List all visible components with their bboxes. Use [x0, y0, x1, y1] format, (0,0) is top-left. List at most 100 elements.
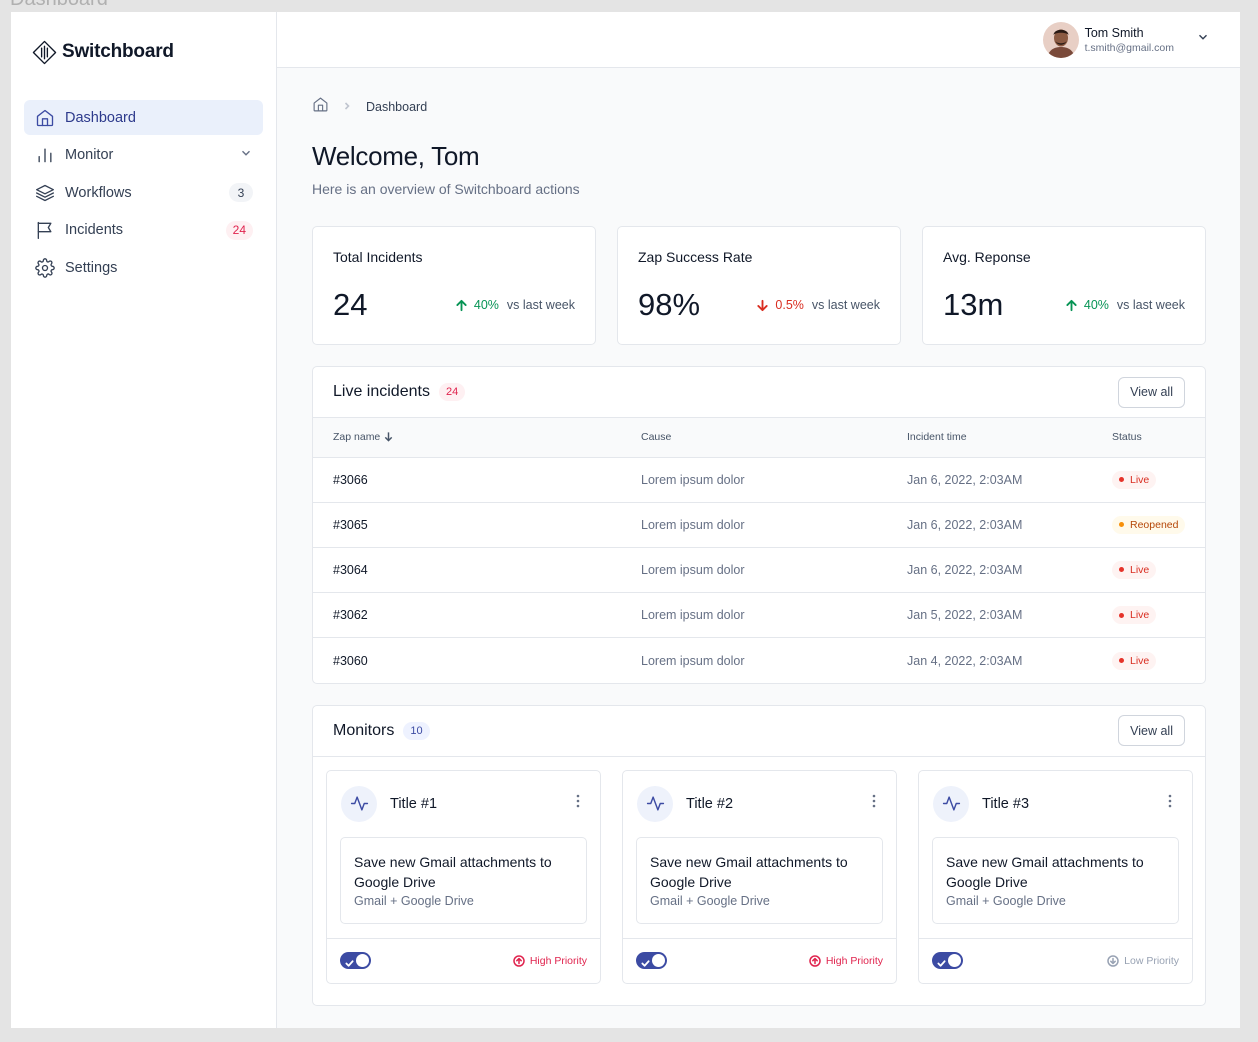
table-row[interactable]: #3066 Lorem ipsum dolor Jan 6, 2022, 2:0… — [313, 457, 1205, 503]
monitor-toggle[interactable] — [636, 952, 667, 970]
monitor-title: Title #2 — [686, 795, 734, 812]
monitor-toggle[interactable] — [932, 952, 963, 970]
cause-cell: Lorem ipsum dolor — [641, 608, 745, 623]
home-icon[interactable] — [312, 96, 329, 118]
chevron-right-icon — [329, 98, 366, 116]
activity-icon — [933, 785, 969, 822]
stat-trend: 40% vs last week — [1065, 298, 1185, 312]
monitor-zap-box: Save new Gmail attachments to Google Dri… — [636, 836, 883, 924]
avatar[interactable] — [1042, 21, 1079, 58]
more-vertical-icon[interactable] — [1162, 793, 1178, 814]
incidents-count-badge: 24 — [225, 220, 253, 240]
table-row[interactable]: #3064 Lorem ipsum dolor Jan 6, 2022, 2:0… — [313, 547, 1205, 593]
status-badge: Live — [1112, 606, 1157, 625]
cause-cell: Lorem ipsum dolor — [641, 562, 745, 577]
stat-trend-note: vs last week — [1116, 298, 1185, 312]
layers-icon — [34, 182, 55, 203]
sidebar-item-workflows[interactable]: Workflows 3 — [24, 175, 263, 210]
more-vertical-icon[interactable] — [570, 793, 586, 814]
monitor-description: Save new Gmail attachments to Google Dri… — [354, 853, 552, 890]
check-icon — [641, 955, 650, 968]
activity-icon — [637, 785, 673, 822]
zap-name-cell: #3060 — [333, 653, 368, 668]
column-header-status: Status — [1112, 431, 1142, 444]
sidebar: Switchboard Dashboard Monitor Workflows … — [11, 12, 277, 1028]
user-email: t.smith@gmail.com — [1084, 41, 1174, 54]
monitor-apps: Gmail + Google Drive — [946, 893, 1066, 908]
stat-trend: 40% vs last week — [455, 298, 575, 312]
table-header-row: Zap name Cause Incident time Status — [313, 418, 1205, 457]
table-row[interactable]: #3060 Lorem ipsum dolor Jan 4, 2022, 2:0… — [313, 638, 1205, 683]
user-info[interactable]: Tom Smith t.smith@gmail.com — [1085, 26, 1174, 54]
monitor-zap-box: Save new Gmail attachments to Google Dri… — [932, 836, 1179, 924]
sidebar-item-dashboard[interactable]: Dashboard — [24, 100, 263, 135]
switchboard-logo-icon — [32, 40, 57, 64]
sidebar-item-settings[interactable]: Settings — [24, 250, 263, 285]
arrow-down-icon — [757, 299, 769, 311]
view-all-incidents-button[interactable]: View all — [1118, 376, 1185, 408]
page-subtitle: Here is an overview of Switchboard actio… — [312, 181, 580, 197]
monitor-list: Title #1 Save new Gmail attachments to G… — [313, 757, 1205, 1005]
check-icon — [937, 955, 946, 968]
card-header: Live incidents 24 View all — [313, 367, 1205, 418]
logo[interactable]: Switchboard — [24, 24, 263, 80]
monitor-apps: Gmail + Google Drive — [354, 893, 474, 908]
arrow-up-circle-icon — [809, 955, 821, 967]
monitor-card[interactable]: Title #2 Save new Gmail attachments to G… — [622, 769, 897, 984]
breadcrumb: Dashboard — [312, 97, 1206, 117]
monitor-footer: High Priority — [327, 937, 600, 983]
workflows-count-badge: 3 — [229, 183, 253, 202]
topbar: Tom Smith t.smith@gmail.com — [277, 12, 1240, 68]
column-header-zap-name[interactable]: Zap name — [313, 418, 641, 457]
breadcrumb-current[interactable]: Dashboard — [366, 100, 427, 114]
monitors-card: Monitors 10 View all Title #1 Save new G… — [312, 704, 1206, 1006]
page-title: Welcome, Tom — [312, 141, 480, 171]
app-window: Switchboard Dashboard Monitor Workflows … — [11, 12, 1240, 1028]
arrow-down-icon[interactable] — [380, 431, 394, 443]
stats-row: Total Incidents 24 40% vs last week Zap … — [312, 226, 1206, 345]
table-row[interactable]: #3065 Lorem ipsum dolor Jan 6, 2022, 2:0… — [313, 502, 1205, 548]
incident-time-cell: Jan 6, 2022, 2:03AM — [907, 562, 1023, 577]
monitor-card[interactable]: Title #3 Save new Gmail attachments to G… — [918, 769, 1193, 984]
gear-icon — [34, 257, 55, 278]
activity-icon — [341, 785, 377, 822]
monitor-description: Save new Gmail attachments to Google Dri… — [946, 853, 1144, 890]
incident-time-cell: Jan 5, 2022, 2:03AM — [907, 608, 1023, 623]
stat-trend-value: 40% — [473, 298, 499, 312]
arrow-down-circle-icon — [1107, 955, 1119, 967]
status-cell: Live — [1112, 638, 1205, 683]
monitor-zap-box: Save new Gmail attachments to Google Dri… — [340, 836, 587, 924]
stat-label: Avg. Reponse — [943, 249, 1031, 265]
stat-label: Zap Success Rate — [638, 249, 753, 265]
sidebar-item-label: Incidents — [65, 222, 124, 238]
monitor-footer: Low Priority — [919, 937, 1192, 983]
stat-card-zap-success-rate: Zap Success Rate 98% 0.5% vs last week — [617, 226, 901, 345]
main: Tom Smith t.smith@gmail.com Dashboard We… — [277, 12, 1240, 1028]
stat-trend-value: 0.5% — [775, 298, 804, 312]
bar-chart-icon — [34, 145, 55, 166]
home-icon — [34, 107, 55, 128]
chevron-down-icon[interactable] — [1196, 30, 1210, 49]
sidebar-item-incidents[interactable]: Incidents 24 — [24, 213, 263, 248]
incident-time-cell: Jan 4, 2022, 2:03AM — [907, 653, 1023, 668]
chevron-down-icon[interactable] — [239, 146, 253, 165]
sidebar-item-label: Monitor — [65, 147, 114, 163]
stat-value: 98% — [638, 287, 701, 322]
incident-time-cell: Jan 6, 2022, 2:03AM — [907, 517, 1023, 532]
stat-label: Total Incidents — [333, 249, 423, 265]
monitor-description: Save new Gmail attachments to Google Dri… — [650, 853, 848, 890]
more-vertical-icon[interactable] — [866, 793, 882, 814]
stat-value: 24 — [333, 287, 368, 322]
zap-name-cell: #3062 — [333, 608, 368, 623]
zap-name-cell: #3066 — [333, 472, 368, 487]
monitor-apps: Gmail + Google Drive — [650, 893, 770, 908]
table-row[interactable]: #3062 Lorem ipsum dolor Jan 5, 2022, 2:0… — [313, 593, 1205, 638]
sidebar-item-label: Workflows — [65, 184, 132, 201]
view-all-monitors-button[interactable]: View all — [1118, 715, 1185, 747]
monitor-card[interactable]: Title #1 Save new Gmail attachments to G… — [326, 769, 601, 984]
monitor-toggle[interactable] — [340, 952, 371, 970]
sidebar-item-label: Dashboard — [65, 109, 136, 126]
zap-name-cell: #3065 — [333, 517, 368, 532]
sidebar-item-monitor[interactable]: Monitor — [24, 138, 263, 173]
canvas-title: Dashboard — [10, 0, 108, 11]
